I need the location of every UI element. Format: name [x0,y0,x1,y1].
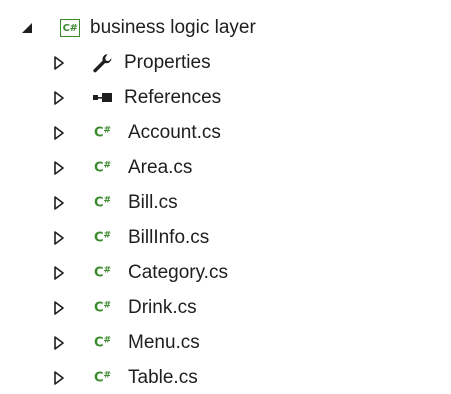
tree-item-label: Account.cs [128,122,221,143]
project-label: business logic layer [90,17,256,38]
tree-node-drink-cs[interactable]: C# Drink.cs [0,293,451,323]
references-icon [92,91,114,105]
tree-item-label: References [124,87,222,108]
tree-item-label: Table.cs [128,367,198,388]
csharp-project-icon: C# [60,19,80,37]
collapsed-triangle-icon[interactable] [52,161,66,175]
tree-item-label: Properties [124,52,211,73]
tree-node-project[interactable]: C# business logic layer [0,13,451,43]
tree-item-label: Bill.cs [128,192,178,213]
tree-node-area-cs[interactable]: C# Area.cs [0,153,451,183]
tree-node-bill-cs[interactable]: C# Bill.cs [0,188,451,218]
tree-item-label: BillInfo.cs [128,227,210,248]
collapsed-triangle-icon[interactable] [52,266,66,280]
tree-node-billinfo-cs[interactable]: C# BillInfo.cs [0,223,451,253]
wrench-icon [92,53,114,73]
collapsed-triangle-icon[interactable] [52,336,66,350]
csharp-file-icon: C# [94,160,111,176]
tree-node-menu-cs[interactable]: C# Menu.cs [0,328,451,358]
collapsed-triangle-icon[interactable] [52,196,66,210]
collapsed-triangle-icon[interactable] [52,371,66,385]
csharp-project-icon-text: C# [60,19,80,37]
collapsed-triangle-icon[interactable] [52,126,66,140]
collapsed-triangle-icon[interactable] [52,91,66,105]
expanded-triangle-icon[interactable] [20,21,34,35]
tree-item-label: Category.cs [128,262,228,283]
csharp-file-icon: C# [94,265,111,281]
collapsed-triangle-icon[interactable] [52,231,66,245]
tree-item-label: Area.cs [128,157,193,178]
tree-item-label: Drink.cs [128,297,197,318]
csharp-file-icon: C# [94,195,111,211]
tree-node-properties[interactable]: Properties [0,48,451,78]
tree-node-account-cs[interactable]: C# Account.cs [0,118,451,148]
tree-node-references[interactable]: References [0,83,451,113]
tree-node-table-cs[interactable]: C# Table.cs [0,363,451,393]
tree-item-label: Menu.cs [128,332,200,353]
csharp-file-icon: C# [94,125,111,141]
csharp-file-icon: C# [94,335,111,351]
csharp-file-icon: C# [94,370,111,386]
csharp-file-icon: C# [94,230,111,246]
collapsed-triangle-icon[interactable] [52,301,66,315]
collapsed-triangle-icon[interactable] [52,56,66,70]
csharp-file-icon: C# [94,300,111,316]
solution-explorer-tree: C# business logic layer Properties Refer… [0,0,451,394]
tree-node-category-cs[interactable]: C# Category.cs [0,258,451,288]
